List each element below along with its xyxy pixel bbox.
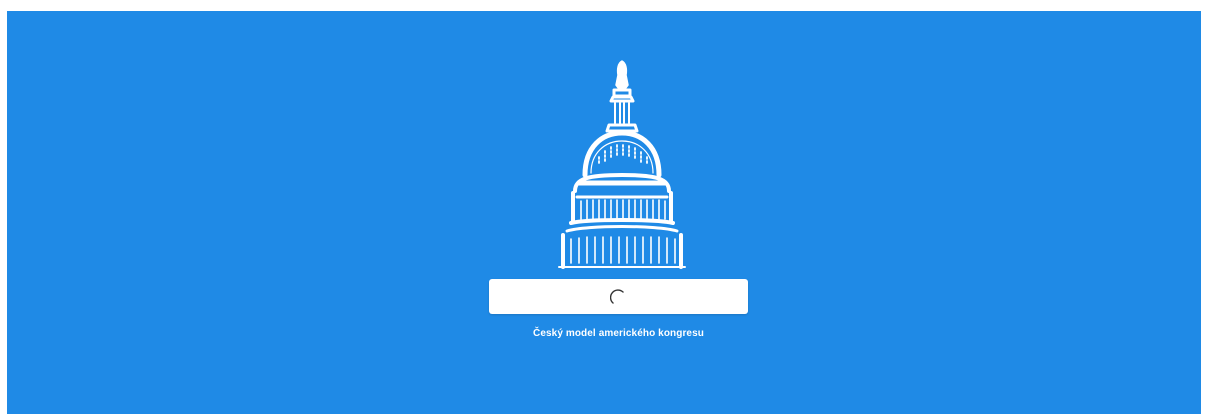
loading-button[interactable] bbox=[489, 279, 748, 314]
loading-spinner-icon bbox=[609, 288, 624, 304]
capitol-dome-icon bbox=[558, 60, 686, 269]
app-caption: Český model amerického kongresu bbox=[533, 328, 704, 339]
splash-screen: Český model amerického kongresu bbox=[7, 11, 1201, 414]
